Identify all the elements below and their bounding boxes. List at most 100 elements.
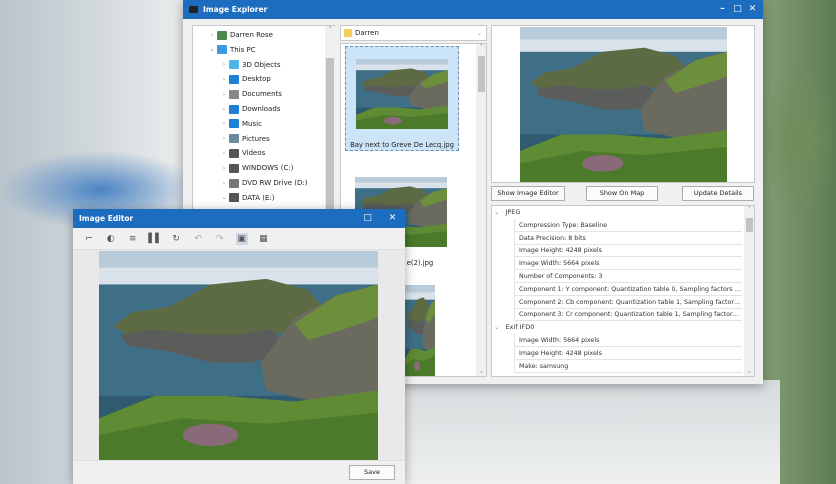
folder-dropdown[interactable]: Darren ⌄ — [340, 25, 487, 41]
chevron-right-icon[interactable]: › — [219, 106, 229, 113]
show-image-editor-button[interactable]: Show Image Editor — [491, 186, 565, 201]
chevron-right-icon[interactable]: › — [219, 135, 229, 142]
preview-image — [520, 27, 727, 182]
chevron-right-icon[interactable]: › — [219, 120, 229, 127]
property-row: Component 2: Cb component: Quantization … — [514, 295, 742, 309]
update-details-button[interactable]: Update Details — [682, 186, 754, 201]
property-group-label: Exif IFD0 — [505, 323, 535, 332]
tree-item-label: 3D Objects — [242, 60, 281, 69]
tree-item-label: DVD RW Drive (D:) — [242, 179, 308, 187]
fit-icon[interactable]: ▣ — [235, 233, 248, 245]
property-row: Make: samsung — [514, 359, 742, 373]
chevron-down-icon[interactable]: ⌄ — [219, 194, 229, 201]
tree-item-label: Darren Rose — [230, 31, 273, 39]
property-group[interactable]: ⌄ JPEG — [494, 206, 520, 219]
dvd-icon — [229, 178, 239, 188]
drive-icon — [229, 163, 239, 173]
property-row: Image Height: 4248 pixels — [514, 346, 742, 360]
chevron-right-icon[interactable]: › — [219, 91, 229, 98]
property-row: Image Width: 5664 pixels — [514, 257, 742, 271]
document-icon — [229, 89, 239, 99]
close-button[interactable]: ✕ — [745, 0, 760, 19]
tree-item[interactable]: › Pictures — [219, 132, 270, 146]
editor-canvas — [73, 250, 405, 460]
folder-dropdown-value: Darren — [355, 29, 379, 37]
image-editor-window: Image Editor □ ✕ ⌐ ◐ ≡ ▌▌ ↻ ↶ ↷ ▣ ▦ Save — [73, 209, 405, 484]
chevron-down-icon[interactable]: ⌄ — [494, 323, 499, 331]
flip-icon[interactable]: ▌▌ — [148, 233, 162, 245]
thumbnail-image — [405, 285, 435, 377]
undo-icon[interactable]: ↶ — [192, 233, 204, 245]
tree-item[interactable]: › Music — [219, 117, 262, 131]
tree-item[interactable]: ⌄ This PC — [207, 43, 256, 57]
maximize-button[interactable]: □ — [360, 209, 375, 228]
thumbnail-image — [356, 59, 448, 129]
tree-item[interactable]: › Videos — [219, 146, 265, 160]
property-row: Image Width: 5664 pixels — [514, 334, 742, 347]
cube-icon — [229, 60, 239, 70]
tree-item-label: DATA (E:) — [242, 193, 275, 202]
tree-item[interactable]: › DVD RW Drive (D:) — [219, 176, 308, 190]
editor-toolbar: ⌐ ◐ ≡ ▌▌ ↻ ↶ ↷ ▣ ▦ — [73, 228, 405, 250]
computer-icon — [217, 45, 227, 55]
redo-icon[interactable]: ↷ — [214, 233, 226, 245]
download-icon — [229, 104, 239, 114]
chevron-down-icon: ⌄ — [476, 29, 482, 37]
properties-scrollbar[interactable]: ˄ ˅ — [744, 206, 754, 376]
tree-item-label: Desktop — [242, 75, 271, 84]
minimize-button[interactable]: – — [715, 0, 730, 19]
tree-scrollbar[interactable]: ˄ — [325, 26, 335, 226]
adjust-icon[interactable]: ≡ — [127, 233, 139, 245]
editor-title-bar: Image Editor □ ✕ — [73, 209, 405, 228]
property-group-label: JPEG — [505, 208, 521, 216]
camera-icon — [189, 6, 198, 13]
grid-icon[interactable]: ▦ — [257, 233, 269, 245]
tree-item[interactable]: › Darren Rose — [207, 28, 273, 42]
tree-item-label: Pictures — [242, 134, 270, 143]
maximize-button[interactable]: □ — [730, 0, 745, 19]
explorer-title-bar: Image Explorer – □ ✕ — [183, 0, 763, 19]
chevron-right-icon[interactable]: › — [219, 150, 229, 157]
tree-item-label: Downloads — [242, 105, 281, 113]
image-preview — [491, 25, 755, 183]
tree-item[interactable]: › Downloads — [219, 102, 280, 116]
tree-item[interactable]: › Documents — [219, 87, 282, 101]
chevron-right-icon[interactable]: › — [219, 61, 229, 68]
property-row: Component 1: Y component: Quantization t… — [514, 282, 742, 296]
save-button[interactable]: Save — [349, 465, 395, 480]
crop-icon[interactable]: ⌐ — [83, 233, 95, 245]
contrast-icon[interactable]: ◐ — [105, 233, 117, 245]
chevron-down-icon[interactable]: ⌄ — [207, 46, 217, 53]
tree-item-label: This PC — [230, 45, 256, 54]
show-on-map-button[interactable]: Show On Map — [586, 186, 658, 201]
tree-item[interactable]: › Desktop — [219, 72, 271, 86]
folder-icon — [344, 29, 352, 37]
property-row: Number of Components: 3 — [514, 270, 742, 283]
music-icon — [229, 119, 239, 129]
property-row: Component 3: Cr component: Quantization … — [514, 308, 742, 322]
drive-icon — [229, 193, 239, 203]
thumbnail-scrollbar[interactable]: ˄ ˅ — [476, 44, 486, 376]
property-row: Compression Type: Baseline — [514, 218, 742, 232]
chevron-right-icon[interactable]: › — [207, 32, 217, 39]
tree-item[interactable]: › WINDOWS (C:) — [219, 161, 293, 175]
tree-item[interactable]: ⌄ DATA (E:) — [219, 191, 275, 205]
edited-image — [99, 251, 378, 460]
property-row: Image Height: 4248 pixels — [514, 244, 742, 258]
tree-item[interactable]: › 3D Objects — [219, 58, 281, 72]
rotate-icon[interactable]: ↻ — [170, 233, 182, 245]
desktop-icon — [229, 74, 239, 84]
properties-tree: ⌄ JPEG Compression Type: Baseline Data Prec… — [491, 205, 755, 377]
property-group[interactable]: ⌄ Exif IFD0 — [494, 321, 534, 334]
editor-footer: Save — [73, 460, 405, 484]
tree-item-label: WINDOWS (C:) — [242, 164, 294, 173]
editor-title: Image Editor — [79, 214, 134, 223]
thumbnail-label: Bay next to Greve De Lecq.jpg — [350, 141, 454, 149]
close-button[interactable]: ✕ — [385, 209, 400, 228]
chevron-down-icon[interactable]: ⌄ — [494, 208, 499, 216]
chevron-right-icon[interactable]: › — [219, 165, 229, 172]
tree-item-label: Documents — [242, 90, 282, 99]
chevron-right-icon[interactable]: › — [219, 76, 229, 83]
chevron-right-icon[interactable]: › — [219, 180, 229, 187]
thumbnail-item[interactable]: Bay next to Greve De Lecq.jpg — [345, 46, 459, 151]
